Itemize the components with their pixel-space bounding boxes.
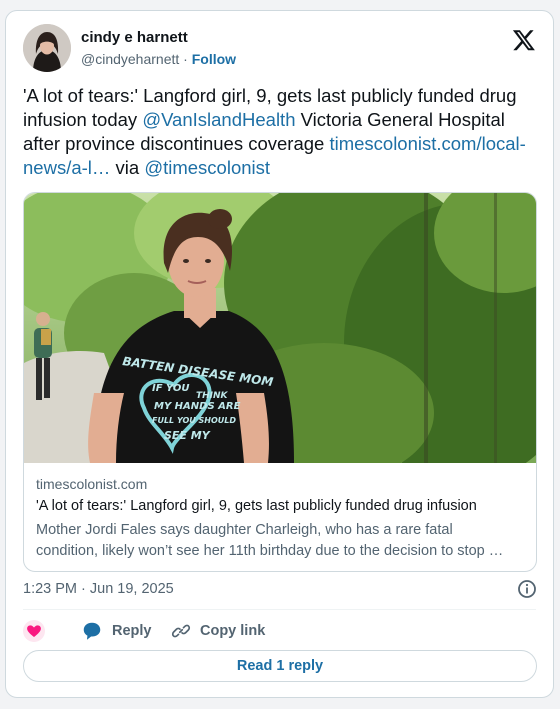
author-name[interactable]: cindy e harnett	[81, 29, 188, 46]
tweet-text: 'A lot of tears:' Langford girl, 9, gets…	[23, 84, 533, 180]
info-icon[interactable]	[517, 579, 537, 599]
x-logo-icon[interactable]	[511, 28, 537, 52]
reply-button[interactable]: Reply	[81, 619, 152, 643]
reply-bubble-icon	[83, 622, 101, 640]
avatar[interactable]	[23, 24, 71, 72]
author-handle-row: @cindyeharnett · Follow	[81, 51, 236, 67]
tweet-actions: Reply Copy link	[23, 619, 523, 643]
copy-link-label: Copy link	[200, 623, 266, 639]
avatar-photo	[23, 24, 71, 72]
separator-dot: ·	[183, 51, 188, 67]
read-replies-button[interactable]: Read 1 reply	[23, 650, 537, 682]
copy-link-button[interactable]: Copy link	[171, 619, 265, 643]
tweet-card: cindy e harnett @cindyeharnett · Follow …	[5, 10, 554, 698]
link-card-title: 'A lot of tears:' Langford girl, 9, gets…	[36, 498, 477, 514]
article-photo: BATTEN DISEASE MOM IF YOU THINK MY HANDS…	[24, 193, 536, 463]
like-button[interactable]	[23, 619, 45, 643]
mention-timescolonist[interactable]: @timescolonist	[144, 157, 270, 178]
author-handle[interactable]: @cindyeharnett	[81, 51, 179, 67]
follow-button[interactable]: Follow	[192, 51, 236, 67]
link-card-description-line2: condition, likely won’t see her 11th bir…	[36, 543, 504, 559]
shirt-print-line2: IF YOU	[152, 383, 190, 394]
link-preview-card[interactable]: BATTEN DISEASE MOM IF YOU THINK MY HANDS…	[23, 192, 537, 572]
mention-vanislandhealth[interactable]: @VanIslandHealth	[142, 109, 295, 130]
shirt-print-line5: FULL YOU SHOULD	[152, 416, 236, 425]
link-card-domain: timescolonist.com	[36, 476, 148, 492]
heart-icon	[23, 620, 45, 642]
link-card-description-line1: Mother Jordi Fales says daughter Charlei…	[36, 522, 453, 538]
tweet-timestamp[interactable]: 1:23 PM · Jun 19, 2025	[23, 581, 174, 597]
reply-label: Reply	[112, 623, 152, 639]
link-card-description: Mother Jordi Fales says daughter Charlei…	[36, 520, 526, 562]
link-icon	[171, 624, 191, 638]
divider	[23, 609, 536, 610]
tweet-header: cindy e harnett @cindyeharnett · Follow	[23, 24, 539, 74]
shirt-print-line4: MY HANDS ARE	[154, 401, 241, 412]
shirt-print-line6: SEE MY	[164, 429, 211, 442]
shirt-print-line3: THINK	[196, 391, 229, 401]
tweet-text-part-3: via	[110, 157, 145, 178]
